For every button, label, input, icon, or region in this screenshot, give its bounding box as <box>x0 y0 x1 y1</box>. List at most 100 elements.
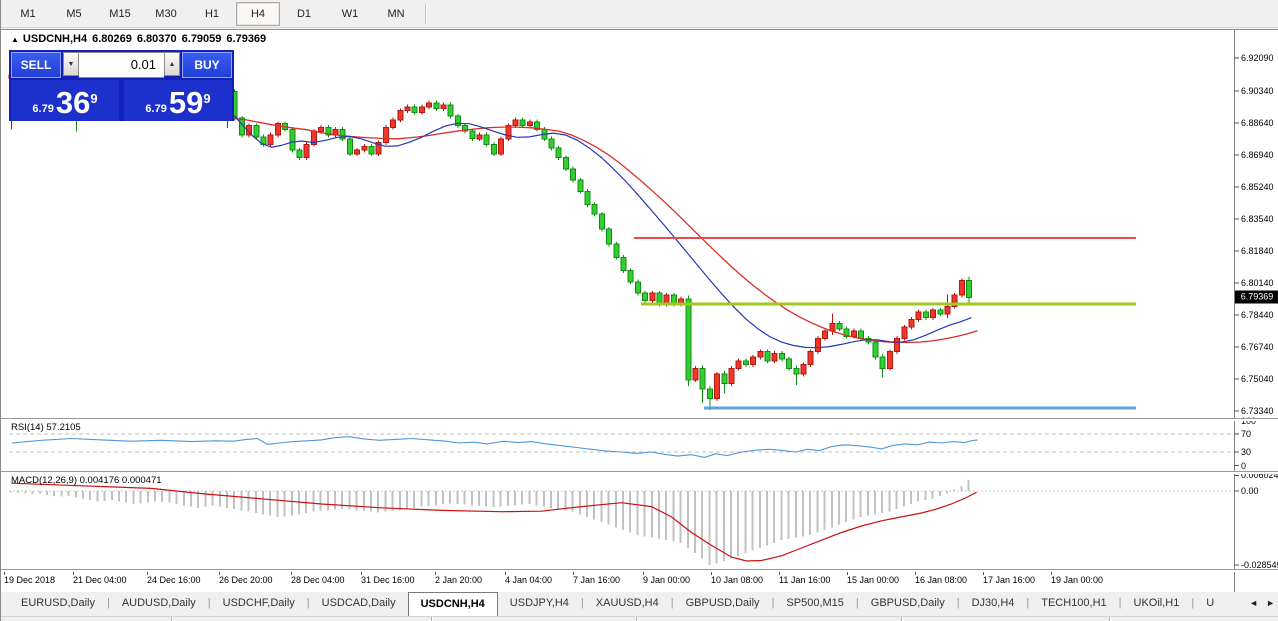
chart-tab-sp500-m15[interactable]: SP500,M15 <box>774 592 855 616</box>
mt4-window: M1M5M15M30H1H4D1W1MN ▲USDCNH,H46.802696.… <box>0 0 1278 621</box>
macd-histogram-bar <box>795 491 797 538</box>
timeframe-toolbar: M1M5M15M30H1H4D1W1MN <box>1 0 1278 28</box>
chart-tab-xauusd-h4[interactable]: XAUUSD,H4 <box>584 592 671 616</box>
timeframe-button-mn[interactable]: MN <box>374 2 418 26</box>
macd-histogram-bar <box>867 491 869 516</box>
time-axis-label: 28 Dec 04:00 <box>291 575 345 585</box>
candle-body <box>513 120 518 126</box>
time-axis-label: 17 Jan 16:00 <box>983 575 1035 585</box>
macd-histogram-bar <box>507 491 509 506</box>
macd-histogram-bar <box>370 491 372 512</box>
candle-body <box>887 352 892 369</box>
candle-body <box>549 139 554 148</box>
chart-tab-ukoil-h1[interactable]: UKOil,H1 <box>1122 592 1192 616</box>
chart-tab-u[interactable]: U <box>1194 592 1226 616</box>
macd-label: MACD(12,26,9) 0.004176 0.000471 <box>11 475 162 486</box>
status-strip-separator <box>171 617 173 621</box>
macd-histogram-bar <box>924 491 926 500</box>
timeframe-button-h1[interactable]: H1 <box>190 2 234 26</box>
timeframe-button-m30[interactable]: M30 <box>144 2 188 26</box>
time-axis-label: 26 Dec 20:00 <box>219 575 273 585</box>
candle-body <box>686 299 691 380</box>
macd-histogram-bar <box>485 491 487 507</box>
buy-price-display[interactable]: 6.79599 <box>124 80 232 121</box>
chart-tab-usdchf-daily[interactable]: USDCHF,Daily <box>211 592 307 616</box>
candle-body <box>556 148 561 157</box>
tab-scroll-right-icon[interactable]: ► <box>1266 596 1275 610</box>
ma-slow-red-line <box>230 118 978 342</box>
candle-body <box>268 135 273 144</box>
candle-body <box>801 365 806 374</box>
timeframe-button-m5[interactable]: M5 <box>52 2 96 26</box>
candle-body <box>945 306 950 314</box>
volume-down-button[interactable]: ▼ <box>63 52 79 76</box>
buy-button[interactable]: BUY <box>182 52 232 78</box>
panel-splitter-rsi[interactable] <box>1 418 1278 421</box>
macd-histogram-bar <box>860 491 862 517</box>
price-axis-label: 6.86940 <box>1241 150 1274 160</box>
status-strip-separator <box>1109 617 1111 621</box>
macd-histogram-bar <box>521 491 523 505</box>
time-axis-label: 31 Dec 16:00 <box>361 575 415 585</box>
chart-tabs: EURUSD,Daily|AUDUSD,Daily|USDCHF,Daily|U… <box>1 592 1239 616</box>
chart-tab-dj30-h4[interactable]: DJ30,H4 <box>960 592 1027 616</box>
candle-body <box>895 338 900 351</box>
chart-client-area[interactable]: ▲USDCNH,H46.802696.803706.790596.79369 S… <box>1 29 1278 592</box>
macd-histogram-bar <box>305 491 307 513</box>
panel-splitter-macd[interactable] <box>1 471 1278 474</box>
price-axis-label: 6.73340 <box>1241 406 1274 416</box>
macd-histogram-bar <box>723 491 725 561</box>
sell-price-display[interactable]: 6.79369 <box>11 80 119 121</box>
chart-tab-eurusd-daily[interactable]: EURUSD,Daily <box>9 592 107 616</box>
macd-histogram-bar <box>413 491 415 508</box>
status-strip-separator <box>636 617 638 621</box>
timeframe-button-d1[interactable]: D1 <box>282 2 326 26</box>
candle-body <box>751 357 756 365</box>
macd-histogram-bar <box>478 491 480 506</box>
macd-histogram-bar <box>348 491 350 510</box>
macd-histogram-bar <box>752 491 754 551</box>
macd-histogram-bar <box>572 491 574 512</box>
chart-tab-gbpusd-daily[interactable]: GBPUSD,Daily <box>674 592 772 616</box>
tab-scroll-left-icon[interactable]: ◄ <box>1249 596 1258 610</box>
candle-body <box>412 107 417 113</box>
macd-histogram-bar <box>334 491 336 510</box>
chart-tab-audusd-daily[interactable]: AUDUSD,Daily <box>110 592 208 616</box>
candle-body <box>527 122 532 126</box>
timeframe-button-m1[interactable]: M1 <box>6 2 50 26</box>
timeframe-button-m15[interactable]: M15 <box>98 2 142 26</box>
candle-body <box>873 342 878 357</box>
chart-tab-tech100-h1[interactable]: TECH100,H1 <box>1029 592 1118 616</box>
timeframe-button-h4[interactable]: H4 <box>236 2 280 26</box>
candle-body <box>614 244 619 257</box>
volume-input[interactable]: 0.01 <box>79 52 164 78</box>
rsi-axis-label: 30 <box>1241 447 1251 457</box>
sell-button[interactable]: SELL <box>11 52 61 78</box>
candle-body <box>585 192 590 205</box>
chart-tab-bar: EURUSD,Daily|AUDUSD,Daily|USDCHF,Daily|U… <box>1 592 1278 621</box>
sell-price-sup: 9 <box>90 91 97 106</box>
chart-tab-usdcad-daily[interactable]: USDCAD,Daily <box>310 592 408 616</box>
macd-histogram-bar <box>665 491 667 540</box>
chart-tab-usdcnh-h4[interactable]: USDCNH,H4 <box>408 592 498 616</box>
price-axis-label: 6.76740 <box>1241 342 1274 352</box>
buy-price-sup: 9 <box>203 91 210 106</box>
toolbar-separator <box>425 4 427 24</box>
macd-histogram-bar <box>212 491 214 505</box>
candle-body <box>563 158 568 169</box>
macd-histogram-bar <box>219 491 221 507</box>
macd-histogram-bar <box>910 491 912 504</box>
macd-histogram-bar <box>60 491 62 497</box>
timeframe-button-w1[interactable]: W1 <box>328 2 372 26</box>
candle-body <box>859 331 864 339</box>
chart-tab-usdjpy-h4[interactable]: USDJPY,H4 <box>498 592 581 616</box>
macd-histogram-bar <box>896 491 898 509</box>
macd-histogram-bar <box>363 491 365 511</box>
macd-histogram-bar <box>766 491 768 545</box>
candle-body <box>427 103 432 107</box>
volume-up-button[interactable]: ▲ <box>164 52 180 76</box>
macd-histogram-bar <box>636 491 638 535</box>
time-axis-label: 11 Jan 16:00 <box>779 575 830 585</box>
candle-body <box>916 312 921 320</box>
chart-tab-gbpusd-daily[interactable]: GBPUSD,Daily <box>859 592 957 616</box>
